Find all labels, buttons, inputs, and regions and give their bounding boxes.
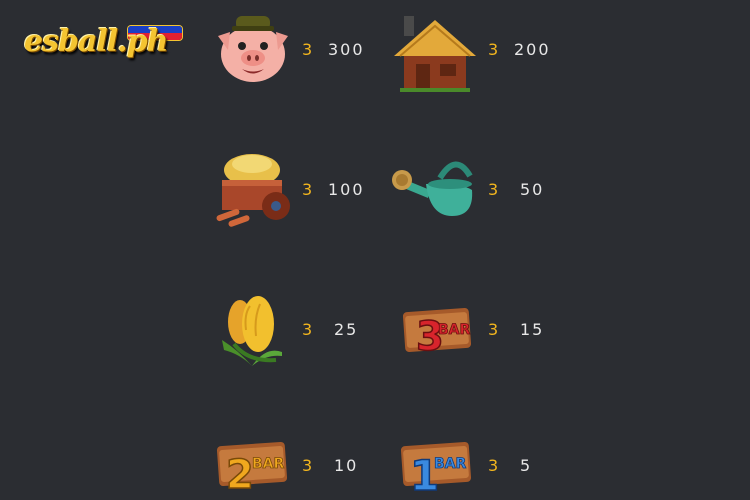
corn-payout: 25 — [334, 320, 359, 339]
corn-count: 3 — [302, 320, 314, 339]
2bar-count: 3 — [302, 456, 314, 475]
svg-text:BAR: BAR — [438, 322, 471, 338]
logo-text: esball.ph — [24, 24, 168, 59]
1bar-payout: 5 — [520, 456, 533, 475]
1bar-count: 3 — [488, 456, 500, 475]
3bar-payout: 15 — [520, 320, 545, 339]
pig-count: 3 — [302, 40, 314, 59]
barn-icon — [394, 16, 476, 92]
svg-text:2: 2 — [226, 452, 254, 496]
barn-payout: 200 — [514, 40, 551, 59]
3bar-count: 3 — [488, 320, 500, 339]
hay-cart-icon — [216, 154, 290, 227]
hay-cart-payout: 100 — [328, 180, 365, 199]
watering-can-count: 3 — [488, 180, 500, 199]
brand-logo: esball.ph — [22, 20, 182, 68]
2bar-payout: 10 — [334, 456, 359, 475]
watering-can-payout: 50 — [520, 180, 545, 199]
pig-icon — [218, 16, 288, 82]
pig-payout: 300 — [328, 40, 365, 59]
corn-icon — [222, 296, 282, 366]
watering-can-icon — [392, 161, 473, 216]
3bar-icon: 3 BAR — [402, 308, 472, 361]
1bar-icon: 1 BAR — [400, 441, 472, 496]
2bar-icon: 2 BAR — [216, 441, 288, 496]
hay-cart-count: 3 — [302, 180, 314, 199]
barn-count: 3 — [488, 40, 500, 59]
svg-text:BAR: BAR — [434, 456, 467, 472]
svg-text:BAR: BAR — [252, 456, 285, 472]
